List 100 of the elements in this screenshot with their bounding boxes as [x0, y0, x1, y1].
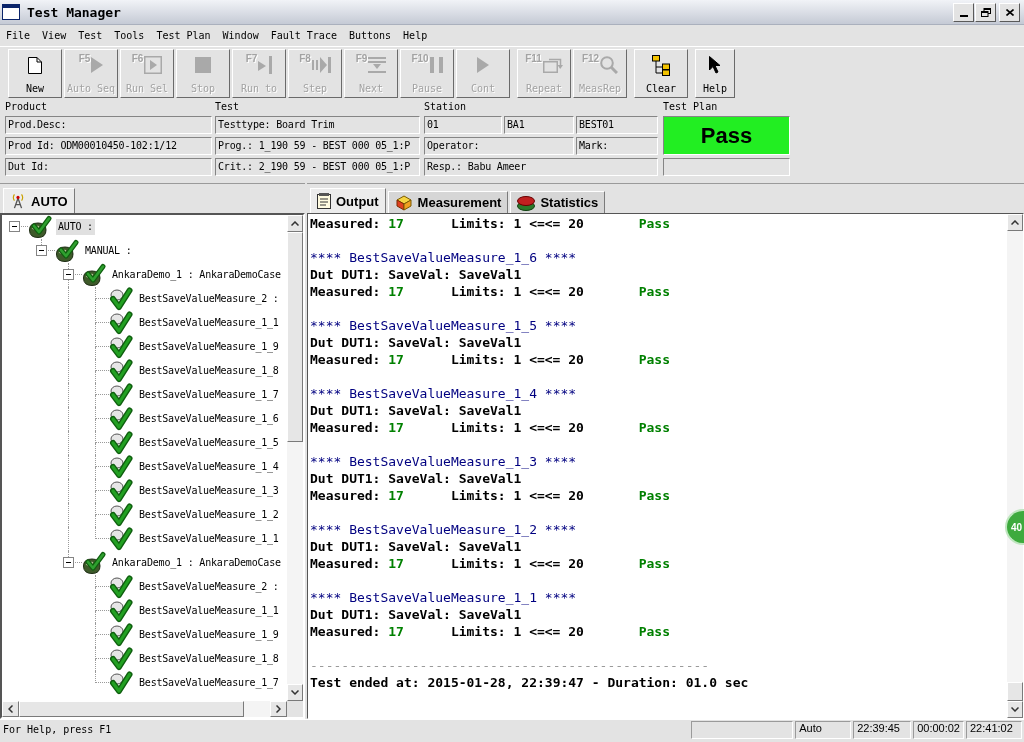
- horizontal-scrollbar[interactable]: [2, 701, 287, 717]
- check-icon: [109, 311, 133, 335]
- close-icon: [1005, 8, 1014, 16]
- close-button[interactable]: [999, 2, 1020, 22]
- toolbar-button[interactable]: Clear: [634, 49, 688, 98]
- menu-item[interactable]: Buttons: [342, 27, 398, 44]
- result-text: Pass: [638, 351, 670, 368]
- info-field: Dut Id:: [5, 158, 212, 176]
- tree-item[interactable]: AUTO :: [56, 219, 95, 235]
- limits-text: Limits: 1 <=<= 20: [450, 555, 584, 572]
- info-field: Prod Id: ODM00010450-102:1/12: [5, 137, 212, 155]
- tab[interactable]: Measurement: [387, 191, 509, 213]
- tree-item[interactable]: BestSaveValueMeasure_1_2: [137, 507, 281, 523]
- measured-value: 17: [388, 419, 404, 436]
- scroll-up-button[interactable]: [287, 215, 303, 232]
- check-icon: [109, 287, 133, 311]
- scroll-thumb[interactable]: [1007, 682, 1023, 701]
- measured-label: Measured:: [310, 419, 381, 436]
- tree-item[interactable]: AnkaraDemo_1 : AnkaraDemoCase: [110, 267, 283, 283]
- result-text: Pass: [638, 419, 670, 436]
- tree-item[interactable]: BestSaveValueMeasure_1_9: [137, 339, 281, 355]
- dash-line: ---------------------------------------------------: [310, 658, 710, 673]
- collapse-icon[interactable]: [63, 269, 74, 280]
- toolbar-button[interactable]: Help: [695, 49, 735, 98]
- check-icon: [109, 671, 133, 695]
- notepad-icon: [317, 193, 331, 209]
- menu-item[interactable]: File: [0, 27, 37, 44]
- scroll-left-button[interactable]: [2, 701, 19, 717]
- section-header: **** BestSaveValueMeasure_1_5 ****: [310, 318, 577, 333]
- scroll-right-button[interactable]: [270, 701, 287, 717]
- tree-item[interactable]: BestSaveValueMeasure_1_1: [137, 603, 281, 619]
- info-field: 01: [424, 116, 502, 134]
- check-icon: [109, 359, 133, 383]
- check-icon: [109, 623, 133, 647]
- status-pane: 00:00:02: [913, 721, 964, 739]
- section-header: **** BestSaveValueMeasure_1_4 ****: [310, 386, 577, 401]
- tree-item[interactable]: BestSaveValueMeasure_1_5: [137, 435, 281, 451]
- menu-item[interactable]: Fault Trace: [264, 27, 343, 44]
- section-header: **** BestSaveValueMeasure_1_3 ****: [310, 454, 577, 469]
- tree-item[interactable]: BestSaveValueMeasure_1_1: [137, 531, 281, 547]
- scroll-down-button[interactable]: [1007, 701, 1023, 718]
- minimize-button[interactable]: [953, 2, 974, 22]
- menu-item[interactable]: Window: [216, 27, 265, 44]
- tab[interactable]: Statistics: [510, 191, 606, 213]
- menu-item[interactable]: Help: [397, 27, 434, 44]
- check-icon: [109, 647, 133, 671]
- tree-item[interactable]: BestSaveValueMeasure_1_3: [137, 483, 281, 499]
- vertical-scrollbar[interactable]: [1007, 214, 1023, 718]
- collapse-icon[interactable]: [9, 221, 20, 232]
- tree-item[interactable]: BestSaveValueMeasure_2 :: [137, 579, 281, 595]
- scroll-corner: [287, 701, 303, 717]
- scroll-up-button[interactable]: [1007, 214, 1023, 231]
- tree-item[interactable]: BestSaveValueMeasure_1_7: [137, 675, 281, 691]
- check-badge-icon: [55, 239, 79, 263]
- measured-value: 17: [388, 487, 404, 504]
- tree-item[interactable]: AnkaraDemo_1 : AnkaraDemoCase: [110, 555, 283, 571]
- section-label: Station: [424, 100, 467, 113]
- restore-button[interactable]: [975, 2, 996, 22]
- info-field: Operator:: [424, 137, 574, 155]
- collapse-icon[interactable]: [63, 557, 74, 568]
- tree-item[interactable]: BestSaveValueMeasure_2 :: [137, 291, 281, 307]
- menu-item[interactable]: View: [36, 27, 73, 44]
- result-indicator: Pass: [663, 116, 790, 155]
- vertical-scrollbar[interactable]: [287, 215, 303, 701]
- collapse-icon[interactable]: [36, 245, 47, 256]
- menu-item[interactable]: Test: [72, 27, 109, 44]
- scroll-thumb[interactable]: [287, 232, 303, 442]
- check-badge-icon: [28, 215, 52, 239]
- check-icon: [109, 431, 133, 455]
- menu-item[interactable]: Test Plan: [150, 27, 217, 44]
- info-field: Crit.: 2_190 59 - BEST 000 05_1:P: [215, 158, 420, 176]
- play-icon: [477, 57, 489, 73]
- dut-line: Dut DUT1: SaveVal: SaveVal1: [310, 267, 522, 282]
- section-label: Test: [215, 100, 240, 113]
- limits-text: Limits: 1 <=<= 20: [450, 623, 584, 640]
- scroll-down-button[interactable]: [287, 684, 303, 701]
- check-icon: [109, 407, 133, 431]
- tree-item[interactable]: BestSaveValueMeasure_1_8: [137, 651, 281, 667]
- tree-item[interactable]: BestSaveValueMeasure_1_7: [137, 387, 281, 403]
- chevron-down-icon: [291, 690, 299, 695]
- tree-item[interactable]: BestSaveValueMeasure_1_1: [137, 315, 281, 331]
- tree-item[interactable]: MANUAL :: [83, 243, 134, 259]
- measured-value: 17: [388, 351, 404, 368]
- menu-item[interactable]: Tools: [108, 27, 151, 44]
- tab[interactable]: Output: [310, 188, 386, 213]
- check-badge-icon: [82, 551, 106, 575]
- scroll-thumb[interactable]: [19, 701, 244, 717]
- toolbar-button[interactable]: New: [8, 49, 62, 98]
- check-icon: [109, 383, 133, 407]
- dut-line: Dut DUT1: SaveVal: SaveVal1: [310, 471, 522, 486]
- limits-text: Limits: 1 <=<= 20: [450, 215, 584, 232]
- tree-item[interactable]: BestSaveValueMeasure_1_8: [137, 363, 281, 379]
- tree-item[interactable]: BestSaveValueMeasure_1_4: [137, 459, 281, 475]
- chevron-right-icon: [276, 705, 281, 713]
- tree-item[interactable]: BestSaveValueMeasure_1_9: [137, 627, 281, 643]
- tab[interactable]: AUTO: [3, 188, 75, 213]
- section-label: Product: [5, 100, 48, 113]
- tree-item[interactable]: BestSaveValueMeasure_1_6: [137, 411, 281, 427]
- box-icon: [394, 194, 413, 211]
- status-pane: Auto: [795, 721, 852, 739]
